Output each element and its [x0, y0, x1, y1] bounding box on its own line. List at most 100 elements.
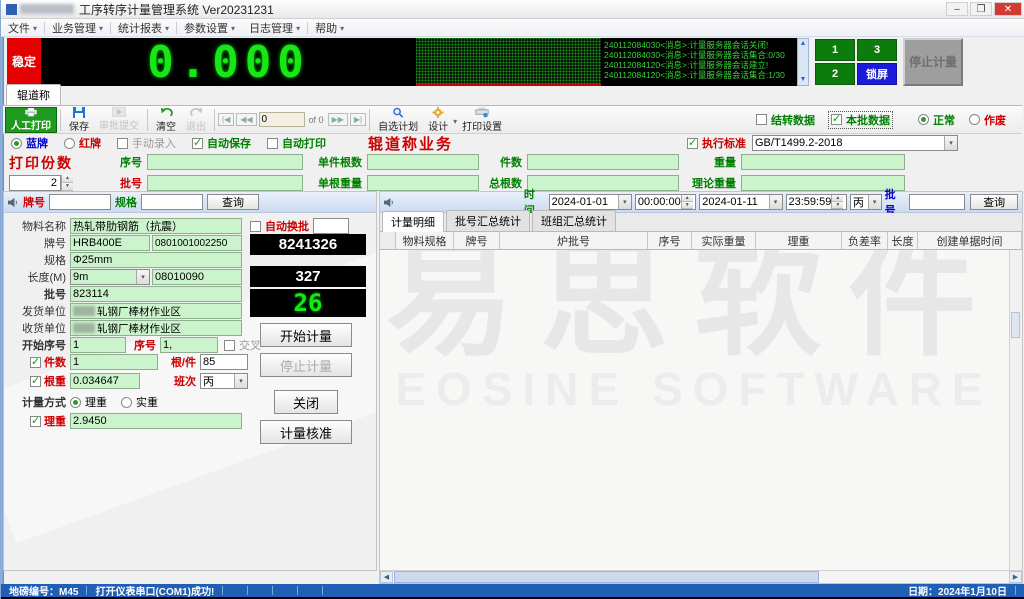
- horizontal-scrollbar[interactable]: ◀ ▶: [380, 570, 1022, 583]
- log-scrollbar[interactable]: ▲ ▼: [797, 38, 809, 86]
- single-bar-weight-input[interactable]: [367, 175, 479, 191]
- manual-entry-checkbox[interactable]: 手动录入: [117, 135, 176, 151]
- stop-measure-top-button[interactable]: 停止计量: [903, 38, 963, 86]
- quick-button-3[interactable]: 3: [857, 39, 897, 61]
- brand-input[interactable]: [70, 235, 150, 251]
- nav-next-button[interactable]: ▶▶: [328, 113, 348, 126]
- exec-standard-select[interactable]: GB/T1499.2-2018▾: [752, 135, 958, 151]
- scroll-right-icon[interactable]: ▶: [1009, 571, 1022, 583]
- column-header[interactable]: 物料规格: [396, 232, 454, 249]
- seq-input[interactable]: [147, 154, 303, 170]
- date-from-select[interactable]: 2024-01-01▾: [549, 194, 632, 210]
- column-header[interactable]: 炉批号: [500, 232, 648, 249]
- cross-checkbox[interactable]: 交叉: [224, 337, 261, 353]
- weight-input[interactable]: [741, 154, 905, 170]
- exec-standard-checkbox[interactable]: 执行标准: [687, 135, 746, 151]
- auto-batch-checkbox[interactable]: 自动换批: [250, 218, 309, 234]
- spec-search-input[interactable]: [141, 194, 203, 210]
- red-plate-radio[interactable]: 红牌: [64, 135, 101, 151]
- quick-button-1[interactable]: 1: [815, 39, 855, 61]
- carryover-checkbox[interactable]: 结转数据: [756, 112, 815, 128]
- brand-search-input[interactable]: [49, 194, 111, 210]
- bar-weight-checkbox[interactable]: [30, 376, 41, 387]
- stepper-arrows[interactable]: ▲▼: [831, 195, 843, 209]
- bars-per-piece-input[interactable]: [367, 154, 479, 170]
- save-button[interactable]: 保存: [64, 107, 94, 133]
- shift-select[interactable]: 丙▾: [200, 373, 248, 389]
- design-button[interactable]: 设计: [423, 107, 453, 133]
- tab-batch-summary[interactable]: 批号汇总统计: [446, 210, 530, 231]
- column-header[interactable]: 长度: [888, 232, 918, 249]
- print-setup-button[interactable]: 打印设置: [457, 107, 507, 133]
- manual-print-button[interactable]: 人工打印: [5, 107, 57, 133]
- length-code-input[interactable]: [152, 269, 242, 285]
- nav-first-button[interactable]: |◀: [218, 113, 234, 126]
- date-to-select[interactable]: 2024-01-11▾: [699, 194, 782, 210]
- nav-last-button[interactable]: ▶|: [350, 113, 366, 126]
- vertical-scrollbar[interactable]: [1009, 250, 1022, 570]
- stepper-arrows[interactable]: ▲▼: [61, 175, 73, 191]
- scroll-up-icon[interactable]: ▲: [800, 39, 807, 49]
- quick-button-2[interactable]: 2: [815, 63, 855, 85]
- close-button-form[interactable]: 关闭: [274, 390, 338, 414]
- restore-button[interactable]: ❐: [970, 2, 992, 16]
- tab-roller-scale[interactable]: 辊道称: [6, 84, 61, 105]
- start-measure-button[interactable]: 开始计量: [260, 323, 352, 347]
- theory-checkbox[interactable]: [30, 416, 41, 427]
- bars-per-piece-value-input[interactable]: [200, 354, 248, 370]
- column-header[interactable]: 创建单据时间: [918, 232, 1022, 249]
- menu-business[interactable]: 业务管理: [45, 19, 110, 36]
- lock-screen-button[interactable]: 锁屏: [857, 63, 897, 85]
- shift-filter-select[interactable]: 丙▾: [850, 194, 882, 210]
- menu-file[interactable]: 文件: [1, 19, 44, 36]
- spec-input[interactable]: [70, 252, 242, 268]
- column-header[interactable]: 负差率: [842, 232, 888, 249]
- measure-verify-button[interactable]: 计量核准: [260, 420, 352, 444]
- brand-code-input[interactable]: [152, 235, 242, 251]
- close-button[interactable]: ✕: [994, 2, 1022, 16]
- stepper-arrows[interactable]: ▲▼: [681, 195, 693, 209]
- autosave-checkbox[interactable]: 自动保存: [192, 135, 251, 151]
- tab-team-summary[interactable]: 班组汇总统计: [532, 210, 616, 231]
- column-header[interactable]: 序号: [648, 232, 692, 249]
- right-query-button[interactable]: 查询: [970, 194, 1018, 210]
- clear-button[interactable]: 清空: [151, 107, 181, 133]
- print-copies-input[interactable]: [9, 175, 61, 191]
- column-header[interactable]: 牌号: [454, 232, 500, 249]
- batch-no-input[interactable]: [70, 286, 242, 302]
- print-copies-stepper[interactable]: ▲▼: [9, 175, 75, 191]
- pieces-checkbox[interactable]: [30, 357, 41, 368]
- nav-prev-button[interactable]: ◀◀: [236, 113, 256, 126]
- length-select[interactable]: 9m▾: [70, 269, 150, 285]
- menu-reports[interactable]: 统计报表: [111, 19, 176, 36]
- nav-position-input[interactable]: [259, 112, 305, 127]
- void-radio[interactable]: 作废: [969, 112, 1006, 128]
- menu-logs[interactable]: 日志管理: [242, 19, 307, 36]
- menu-settings[interactable]: 参数设置: [177, 19, 242, 36]
- column-header[interactable]: 理重: [756, 232, 842, 249]
- left-query-button[interactable]: 查询: [207, 194, 259, 210]
- theory-weight-radio[interactable]: 理重: [70, 394, 107, 410]
- scroll-down-icon[interactable]: ▼: [800, 75, 807, 85]
- column-header[interactable]: 实际重量: [692, 232, 756, 249]
- menu-help[interactable]: 帮助: [308, 19, 351, 36]
- batch-filter-input[interactable]: [909, 194, 965, 210]
- start-seq-input[interactable]: [70, 337, 126, 353]
- pieces-count-input[interactable]: [70, 354, 158, 370]
- actual-weight-radio[interactable]: 实重: [121, 394, 158, 410]
- sender-input[interactable]: 轧钢厂棒材作业区: [70, 303, 242, 319]
- tab-measure-detail[interactable]: 计量明细: [382, 211, 444, 232]
- custom-plan-button[interactable]: 自选计划: [373, 107, 423, 133]
- bar-weight-input[interactable]: [70, 373, 140, 389]
- time-from-stepper[interactable]: 00:00:00▲▼: [635, 194, 696, 210]
- minimize-button[interactable]: –: [946, 2, 968, 16]
- auto-batch-input[interactable]: [313, 218, 349, 234]
- theory-weight-input[interactable]: [741, 175, 905, 191]
- seq-value-input[interactable]: [160, 337, 218, 353]
- autoprint-checkbox[interactable]: 自动打印: [267, 135, 326, 151]
- blue-plate-radio[interactable]: 蓝牌: [11, 135, 48, 151]
- total-bars-input[interactable]: [527, 175, 679, 191]
- theory-value-input[interactable]: [70, 413, 242, 429]
- time-to-stepper[interactable]: 23:59:59▲▼: [786, 194, 847, 210]
- normal-radio[interactable]: 正常: [918, 112, 955, 128]
